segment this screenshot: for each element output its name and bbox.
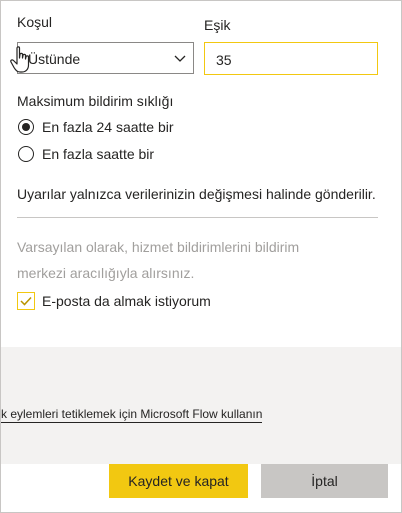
condition-selected-value: Üstünde: [28, 51, 81, 67]
flow-section: [1, 347, 401, 464]
threshold-value: 35: [216, 52, 232, 68]
microsoft-flow-link[interactable]: k eylemleri tetiklemek için Microsoft Fl…: [1, 407, 263, 423]
hand-cursor-icon: [10, 46, 30, 73]
checkmark-icon: [20, 296, 32, 306]
divider: [17, 217, 378, 218]
default-note-line-1: Varsayılan olarak, hizmet bildirimlerini…: [17, 239, 300, 255]
frequency-label: Maksimum bildirim sıklığı: [17, 93, 174, 109]
info-text: Uyarılar yalnızca verilerinizin değişmes…: [17, 186, 376, 202]
frequency-option-hourly-radio[interactable]: [18, 146, 34, 162]
cancel-button[interactable]: İptal: [261, 464, 388, 498]
chevron-down-icon: [174, 55, 186, 62]
condition-label: Koşul: [17, 14, 53, 30]
frequency-option-24h-radio[interactable]: [18, 119, 34, 135]
save-and-close-button[interactable]: Kaydet ve kapat: [109, 464, 248, 498]
frequency-option-hourly-label[interactable]: En fazla saatte bir: [42, 146, 154, 162]
email-checkbox[interactable]: [17, 292, 35, 310]
threshold-label: Eşik: [204, 17, 231, 33]
condition-select[interactable]: Üstünde: [17, 42, 194, 74]
threshold-input[interactable]: 35: [204, 42, 378, 75]
default-note-line-2: merkezi aracılığıyla alırsınız.: [17, 265, 195, 281]
alert-settings-panel: Koşul Üstünde Eşik 35 Maksimum bildirim …: [0, 0, 402, 513]
email-checkbox-label[interactable]: E-posta da almak istiyorum: [42, 293, 211, 309]
frequency-option-24h-label[interactable]: En fazla 24 saatte bir: [42, 119, 174, 135]
default-note: Varsayılan olarak, hizmet bildirimlerini…: [17, 234, 299, 286]
